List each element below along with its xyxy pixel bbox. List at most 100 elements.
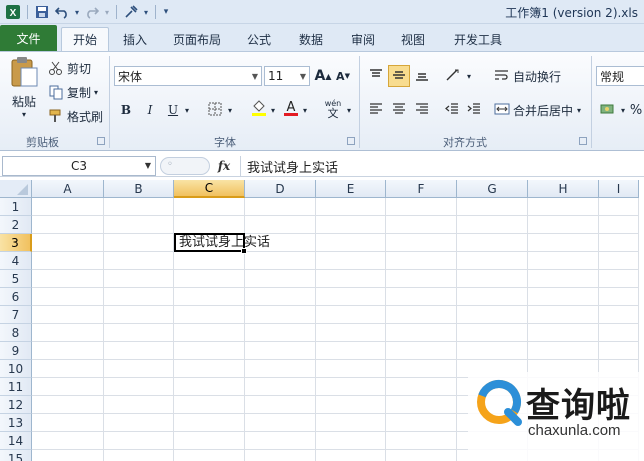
- column-header-e[interactable]: E: [316, 180, 386, 198]
- cell-e11[interactable]: [316, 378, 386, 396]
- tools-icon[interactable]: [122, 3, 140, 21]
- cell-c8[interactable]: [174, 324, 245, 342]
- fill-handle[interactable]: [241, 248, 247, 254]
- column-header-h[interactable]: H: [528, 180, 599, 198]
- font-size-dropdown-icon[interactable]: ▼: [300, 72, 306, 81]
- cell-c11[interactable]: [174, 378, 245, 396]
- number-format-combo[interactable]: 常规: [596, 66, 644, 86]
- accounting-format-button[interactable]: [598, 100, 618, 120]
- cell-b9[interactable]: [104, 342, 174, 360]
- column-header-f[interactable]: F: [386, 180, 457, 198]
- cell-h5[interactable]: [528, 270, 599, 288]
- decrease-indent-button[interactable]: [442, 100, 462, 120]
- shrink-font-button[interactable]: A ▼: [334, 66, 352, 86]
- cell-h6[interactable]: [528, 288, 599, 306]
- cell-d8[interactable]: [245, 324, 316, 342]
- font-color-dropdown-icon[interactable]: ▾: [300, 100, 310, 120]
- cell-h2[interactable]: [528, 216, 599, 234]
- cell-d9[interactable]: [245, 342, 316, 360]
- font-color-button[interactable]: A: [282, 98, 300, 120]
- cell-a4[interactable]: [32, 252, 104, 270]
- cell-f3[interactable]: [386, 234, 457, 252]
- phonetic-dropdown-icon[interactable]: ▾: [344, 100, 354, 120]
- cell-h3[interactable]: [528, 234, 599, 252]
- cell-f8[interactable]: [386, 324, 457, 342]
- bold-button[interactable]: B: [116, 100, 136, 120]
- align-center-button[interactable]: [389, 100, 409, 120]
- cell-a1[interactable]: [32, 198, 104, 216]
- cell-b13[interactable]: [104, 414, 174, 432]
- cell-a14[interactable]: [32, 432, 104, 450]
- cell-e14[interactable]: [316, 432, 386, 450]
- cell-e8[interactable]: [316, 324, 386, 342]
- cell-f4[interactable]: [386, 252, 457, 270]
- cell-h4[interactable]: [528, 252, 599, 270]
- grow-font-button[interactable]: A ▲: [314, 66, 332, 86]
- cell-f11[interactable]: [386, 378, 457, 396]
- percent-button[interactable]: %: [628, 100, 644, 120]
- cell-e5[interactable]: [316, 270, 386, 288]
- row-header-7[interactable]: 7: [0, 306, 32, 324]
- borders-dropdown-icon[interactable]: ▾: [225, 100, 235, 120]
- tab-data[interactable]: 数据: [288, 27, 334, 51]
- cell-c4[interactable]: [174, 252, 245, 270]
- cell-f9[interactable]: [386, 342, 457, 360]
- cell-d10[interactable]: [245, 360, 316, 378]
- clipboard-launcher-icon[interactable]: [97, 137, 105, 145]
- column-header-g[interactable]: G: [457, 180, 528, 198]
- cell-e6[interactable]: [316, 288, 386, 306]
- cell-c5[interactable]: [174, 270, 245, 288]
- cell-e12[interactable]: [316, 396, 386, 414]
- cell-f12[interactable]: [386, 396, 457, 414]
- copy-dropdown-icon[interactable]: ▾: [94, 88, 98, 97]
- cell-b1[interactable]: [104, 198, 174, 216]
- cell-c10[interactable]: [174, 360, 245, 378]
- underline-button[interactable]: U: [164, 100, 182, 120]
- cell-e13[interactable]: [316, 414, 386, 432]
- undo-dropdown-icon[interactable]: ▾: [73, 3, 81, 21]
- font-name-dropdown-icon[interactable]: ▼: [252, 72, 258, 81]
- cell-f7[interactable]: [386, 306, 457, 324]
- cell-a15[interactable]: [32, 450, 104, 461]
- cell-h9[interactable]: [528, 342, 599, 360]
- accounting-dropdown-icon[interactable]: ▾: [618, 100, 628, 120]
- row-header-3[interactable]: 3: [0, 234, 32, 252]
- cell-e7[interactable]: [316, 306, 386, 324]
- cell-d15[interactable]: [245, 450, 316, 461]
- cell-i4[interactable]: [599, 252, 639, 270]
- cell-g1[interactable]: [457, 198, 528, 216]
- row-header-13[interactable]: 13: [0, 414, 32, 432]
- cell-i9[interactable]: [599, 342, 639, 360]
- font-name-combo[interactable]: 宋体 ▼: [114, 66, 262, 86]
- tab-formulas[interactable]: 公式: [236, 27, 282, 51]
- tab-insert[interactable]: 插入: [112, 27, 158, 51]
- merge-center-button[interactable]: 合并后居中 ▾: [494, 100, 588, 120]
- save-icon[interactable]: [33, 3, 51, 21]
- row-header-12[interactable]: 12: [0, 396, 32, 414]
- cell-d1[interactable]: [245, 198, 316, 216]
- row-header-6[interactable]: 6: [0, 288, 32, 306]
- cell-d13[interactable]: [245, 414, 316, 432]
- align-middle-button[interactable]: [388, 65, 410, 87]
- row-header-14[interactable]: 14: [0, 432, 32, 450]
- font-launcher-icon[interactable]: [347, 137, 355, 145]
- cell-g8[interactable]: [457, 324, 528, 342]
- cell-f1[interactable]: [386, 198, 457, 216]
- tab-view[interactable]: 视图: [390, 27, 436, 51]
- row-header-2[interactable]: 2: [0, 216, 32, 234]
- cell-a11[interactable]: [32, 378, 104, 396]
- cell-e15[interactable]: [316, 450, 386, 461]
- cell-c1[interactable]: [174, 198, 245, 216]
- column-header-a[interactable]: A: [32, 180, 104, 198]
- column-header-b[interactable]: B: [104, 180, 174, 198]
- redo-icon[interactable]: [83, 3, 101, 21]
- column-header-c[interactable]: C: [174, 180, 245, 198]
- orientation-dropdown-icon[interactable]: ▾: [464, 66, 474, 86]
- row-header-15[interactable]: 15: [0, 450, 32, 461]
- cell-f10[interactable]: [386, 360, 457, 378]
- name-box-dropdown-icon[interactable]: ▼: [145, 161, 151, 170]
- cell-b10[interactable]: [104, 360, 174, 378]
- cell-i5[interactable]: [599, 270, 639, 288]
- cell-i3[interactable]: [599, 234, 639, 252]
- align-right-button[interactable]: [412, 100, 432, 120]
